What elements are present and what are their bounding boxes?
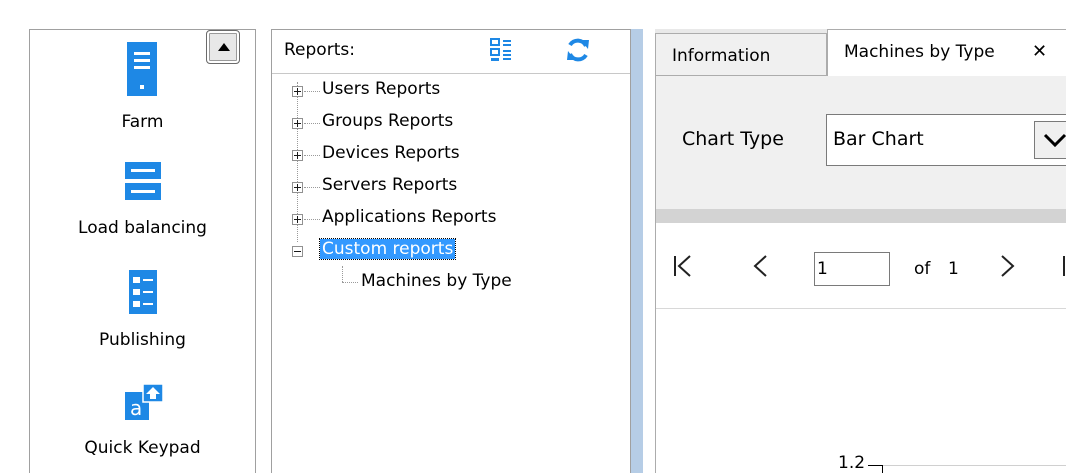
tree-connector-h xyxy=(342,282,358,283)
expand-icon[interactable] xyxy=(292,150,303,161)
tab-label: Machines by Type xyxy=(844,42,995,62)
tree-connector-h xyxy=(304,219,320,220)
tree-item-label: Groups Reports xyxy=(322,111,454,131)
y-axis-tick-label: 1.2 xyxy=(838,453,866,473)
expand-icon[interactable] xyxy=(292,118,303,129)
nav-label-load-balancing: Load balancing xyxy=(78,218,207,238)
chart-options-bar: Chart Type Bar Chart xyxy=(656,76,1066,209)
close-icon[interactable]: ✕ xyxy=(1032,41,1047,62)
nav-item-quick-keypad[interactable]: a Quick Keypad xyxy=(30,382,255,472)
tree-item-users-reports[interactable]: Users Reports xyxy=(272,78,622,104)
tab-label: Information xyxy=(672,46,771,66)
refresh-icon[interactable] xyxy=(566,37,590,63)
separator-bar xyxy=(656,209,1066,223)
tree-item-label: Devices Reports xyxy=(322,143,460,163)
first-page-icon[interactable] xyxy=(672,253,694,285)
server-icon xyxy=(127,42,157,96)
tree-item-devices-reports[interactable]: Devices Reports xyxy=(272,142,622,168)
chart-grid-line xyxy=(883,465,1066,466)
tree-item-custom-reports[interactable]: Custom reports xyxy=(272,238,622,264)
expand-icon[interactable] xyxy=(292,214,303,225)
tree-connector-h xyxy=(304,187,320,188)
y-axis-line xyxy=(882,465,883,473)
last-page-icon[interactable] xyxy=(1061,253,1066,285)
tab-body: Chart Type Bar Chart of 1 xyxy=(655,75,1066,473)
chart-type-select[interactable]: Bar Chart xyxy=(826,114,1066,166)
nav-label-publishing: Publishing xyxy=(99,330,186,350)
previous-page-icon[interactable] xyxy=(752,253,770,285)
tab-information[interactable]: Information xyxy=(655,33,827,75)
tree-item-label: Custom reports xyxy=(318,238,457,260)
expand-icon[interactable] xyxy=(292,86,303,97)
expand-icon[interactable] xyxy=(292,182,303,193)
chart-type-value: Bar Chart xyxy=(833,128,924,150)
y-axis-tick xyxy=(868,465,882,466)
tab-strip: Information Machines by Type ✕ xyxy=(655,29,1066,76)
tab-machines-by-type[interactable]: Machines by Type ✕ xyxy=(827,29,1066,76)
next-page-icon[interactable] xyxy=(998,253,1016,285)
nav-item-farm[interactable]: Farm xyxy=(30,40,255,140)
load-balancing-icon xyxy=(125,162,161,200)
chart-preview-area: 1.2 xyxy=(656,309,1066,473)
tree-connector-h xyxy=(304,91,320,92)
collapse-icon[interactable] xyxy=(292,246,303,257)
tile-view-icon[interactable] xyxy=(490,38,512,62)
tree-item-applications-reports[interactable]: Applications Reports xyxy=(272,206,622,232)
tree-item-machines-by-type[interactable]: Machines by Type xyxy=(272,270,622,296)
page-total: 1 xyxy=(948,259,959,279)
nav-label-farm: Farm xyxy=(121,112,164,132)
tree-item-servers-reports[interactable]: Servers Reports xyxy=(272,174,622,200)
report-pager: of 1 xyxy=(656,223,1066,309)
svg-text:a: a xyxy=(130,396,142,420)
page-of-label: of xyxy=(914,259,931,279)
tree-connector-h xyxy=(304,155,320,156)
reports-panel: Reports: Users Reports Groups Reports De… xyxy=(271,29,631,473)
page-number-input[interactable] xyxy=(814,252,890,286)
panel-splitter[interactable] xyxy=(631,29,643,473)
tree-item-label: Machines by Type xyxy=(361,271,512,291)
tree-item-label: Applications Reports xyxy=(322,207,497,227)
nav-item-load-balancing[interactable]: Load balancing xyxy=(30,160,255,245)
dropdown-button[interactable] xyxy=(1034,121,1066,159)
tree-item-label: Servers Reports xyxy=(322,175,458,195)
reports-header: Reports: xyxy=(272,30,630,74)
nav-item-publishing[interactable]: Publishing xyxy=(30,268,255,358)
nav-label-quick-keypad: Quick Keypad xyxy=(84,438,201,458)
report-content-panel: Information Machines by Type ✕ Chart Typ… xyxy=(655,29,1066,473)
reports-title: Reports: xyxy=(284,40,355,60)
tree-item-groups-reports[interactable]: Groups Reports xyxy=(272,110,622,136)
tree-item-label: Users Reports xyxy=(322,79,441,99)
quick-keypad-icon: a xyxy=(125,383,164,420)
chart-type-label: Chart Type xyxy=(682,128,784,150)
tree-connector-h xyxy=(304,123,320,124)
publishing-icon xyxy=(129,270,157,314)
chevron-down-icon xyxy=(1043,133,1066,148)
